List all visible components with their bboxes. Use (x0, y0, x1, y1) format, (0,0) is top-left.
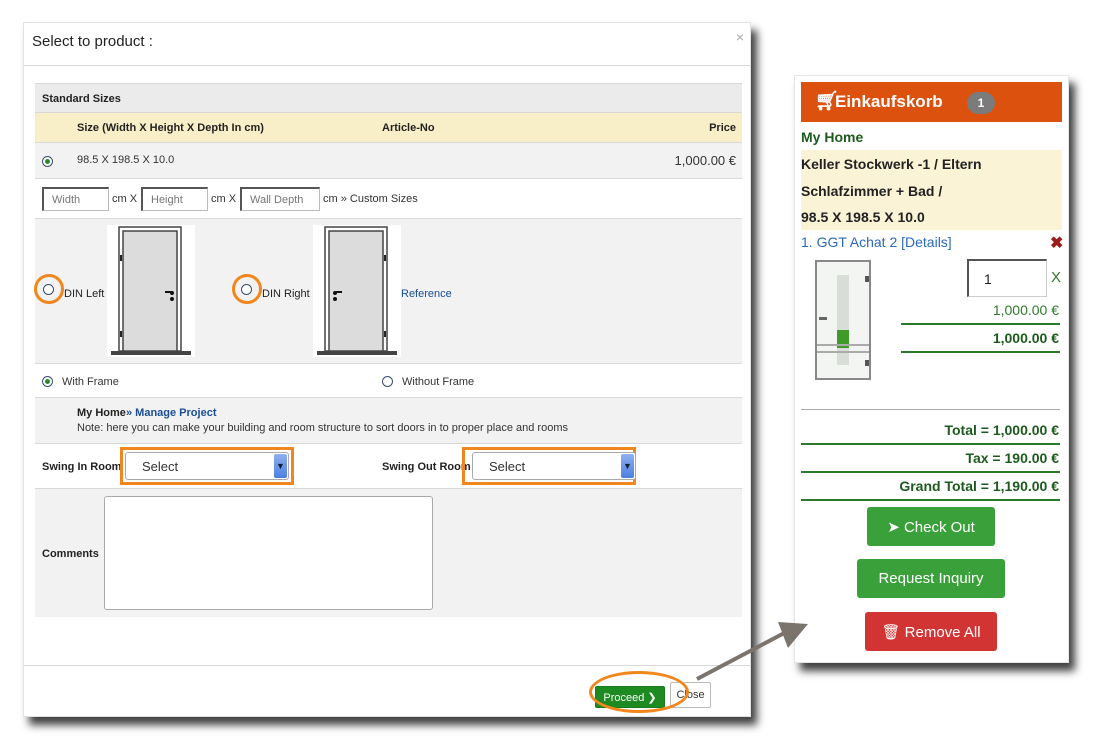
select-product-dialog: Select to product : × Standard Sizes Siz… (23, 22, 751, 717)
swing-out-value: Select (489, 459, 526, 474)
project-name: My Home (77, 407, 126, 419)
custom-sizes-label: cm » Custom Sizes (323, 193, 418, 205)
unit-label: cm X (211, 193, 237, 205)
path-line: Schlafzimmer + Bad / (801, 182, 943, 199)
table-row[interactable]: 98.5 X 198.5 X 10.0 1,000.00 € (35, 143, 742, 179)
checkout-button[interactable]: ➤ Check Out (867, 507, 995, 546)
height-input[interactable] (141, 187, 208, 211)
project-note: Note: here you can make your building an… (77, 422, 568, 434)
divider (901, 351, 1060, 353)
remove-all-button[interactable]: 🗑︎ Remove All (865, 612, 997, 651)
glass-door-image (815, 260, 871, 380)
cart-title: Einkaufskorb (835, 92, 943, 111)
sizes-table-header: Size (Width X Height X Depth In cm) Arti… (35, 113, 742, 143)
cart-project-name: My Home (801, 129, 864, 145)
unit-price: 1,000.00 € (992, 302, 1059, 318)
comments-label: Comments (42, 548, 99, 560)
without-frame-label: Without Frame (402, 376, 475, 388)
with-frame-radio[interactable] (42, 376, 53, 387)
door-right-image (313, 225, 401, 357)
swing-out-select[interactable]: Select ▼ (472, 452, 636, 480)
din-right-radio[interactable] (241, 284, 252, 295)
send-icon: ➤ (887, 518, 904, 536)
request-inquiry-button[interactable]: Request Inquiry (857, 559, 1005, 598)
custom-sizes-row: cm X cm X cm » Custom Sizes (35, 179, 742, 219)
swing-in-value: Select (142, 459, 179, 474)
highlight-ellipse (589, 671, 689, 713)
path-line: Keller Stockwerk -1 / Eltern (801, 156, 982, 172)
with-frame-label: With Frame (62, 376, 119, 388)
dialog-header: Select to product : × (24, 23, 750, 66)
cart-grand-total: Grand Total = 1,190.00 € (899, 478, 1059, 494)
path-line: 98.5 X 198.5 X 10.0 (801, 209, 925, 225)
shopping-cart-panel: 🛒︎ Einkaufskorb 1 My Home Keller Stockwe… (794, 75, 1069, 663)
divider (801, 471, 1060, 473)
chevron-down-icon: ▼ (274, 454, 287, 478)
swing-out-label: Swing Out Room (382, 461, 471, 473)
project-row: My Home » Manage Project Note: here you … (35, 398, 742, 444)
without-frame-radio[interactable] (382, 376, 393, 387)
unit-label: cm X (112, 193, 138, 205)
wall-depth-input[interactable] (240, 187, 320, 211)
manage-project-link[interactable]: » Manage Project (126, 407, 216, 419)
close-icon[interactable]: × (736, 29, 744, 45)
remove-all-label: Remove All (904, 623, 981, 641)
product-form: Standard Sizes Size (Width X Height X De… (34, 83, 742, 617)
din-left-radio[interactable] (43, 284, 54, 295)
size-price: 1,000.00 € (674, 153, 736, 168)
cart-total: Total = 1,000.00 € (944, 422, 1059, 438)
divider (801, 409, 1060, 410)
comments-textarea[interactable] (104, 496, 433, 610)
swing-row: Swing In Room Select ▼ Swing Out Room Se… (35, 444, 742, 489)
standard-sizes-label: Standard Sizes (42, 93, 121, 105)
swing-in-label: Swing In Room (42, 461, 122, 473)
remove-item-icon[interactable]: ✖ (1050, 233, 1063, 253)
cart-tax: Tax = 190.00 € (965, 450, 1059, 466)
divider (801, 443, 1060, 445)
size-radio[interactable] (42, 156, 53, 167)
cart-room-path: Keller Stockwerk -1 / Eltern Schlafzimme… (801, 150, 1062, 230)
din-left-label: DIN Left (64, 288, 105, 300)
door-left-image (107, 225, 195, 357)
cart-count-badge: 1 (967, 92, 995, 114)
trash-icon: 🗑︎ (881, 623, 905, 641)
checkout-label: Check Out (903, 518, 975, 536)
comments-row: Comments (35, 489, 742, 617)
cart-item-link[interactable]: 1. GGT Achat 2 [Details] (801, 234, 952, 250)
standard-sizes-header: Standard Sizes (35, 83, 742, 113)
size-value: 98.5 X 198.5 X 10.0 (77, 154, 175, 166)
reference-link[interactable]: Reference (401, 288, 452, 300)
line-total: 1,000.00 € (992, 330, 1059, 346)
quantity-input[interactable] (967, 259, 1047, 297)
frame-row: With Frame Without Frame (35, 364, 742, 398)
din-right-label: DIN Right (262, 288, 310, 300)
din-row: DIN Left DIN Right Reference (34, 219, 742, 364)
dialog-title: Select to product : (32, 33, 153, 50)
chevron-down-icon: ▼ (621, 454, 634, 478)
quantity-multiplier: X (1051, 269, 1062, 286)
column-article-no: Article-No (382, 122, 435, 134)
divider (901, 323, 1060, 325)
column-size: Size (Width X Height X Depth In cm) (77, 122, 264, 134)
swing-in-select[interactable]: Select ▼ (125, 452, 289, 480)
divider (801, 499, 1060, 501)
cart-header: 🛒︎ Einkaufskorb 1 (801, 82, 1062, 122)
width-input[interactable] (42, 187, 109, 211)
column-price: Price (709, 122, 736, 134)
